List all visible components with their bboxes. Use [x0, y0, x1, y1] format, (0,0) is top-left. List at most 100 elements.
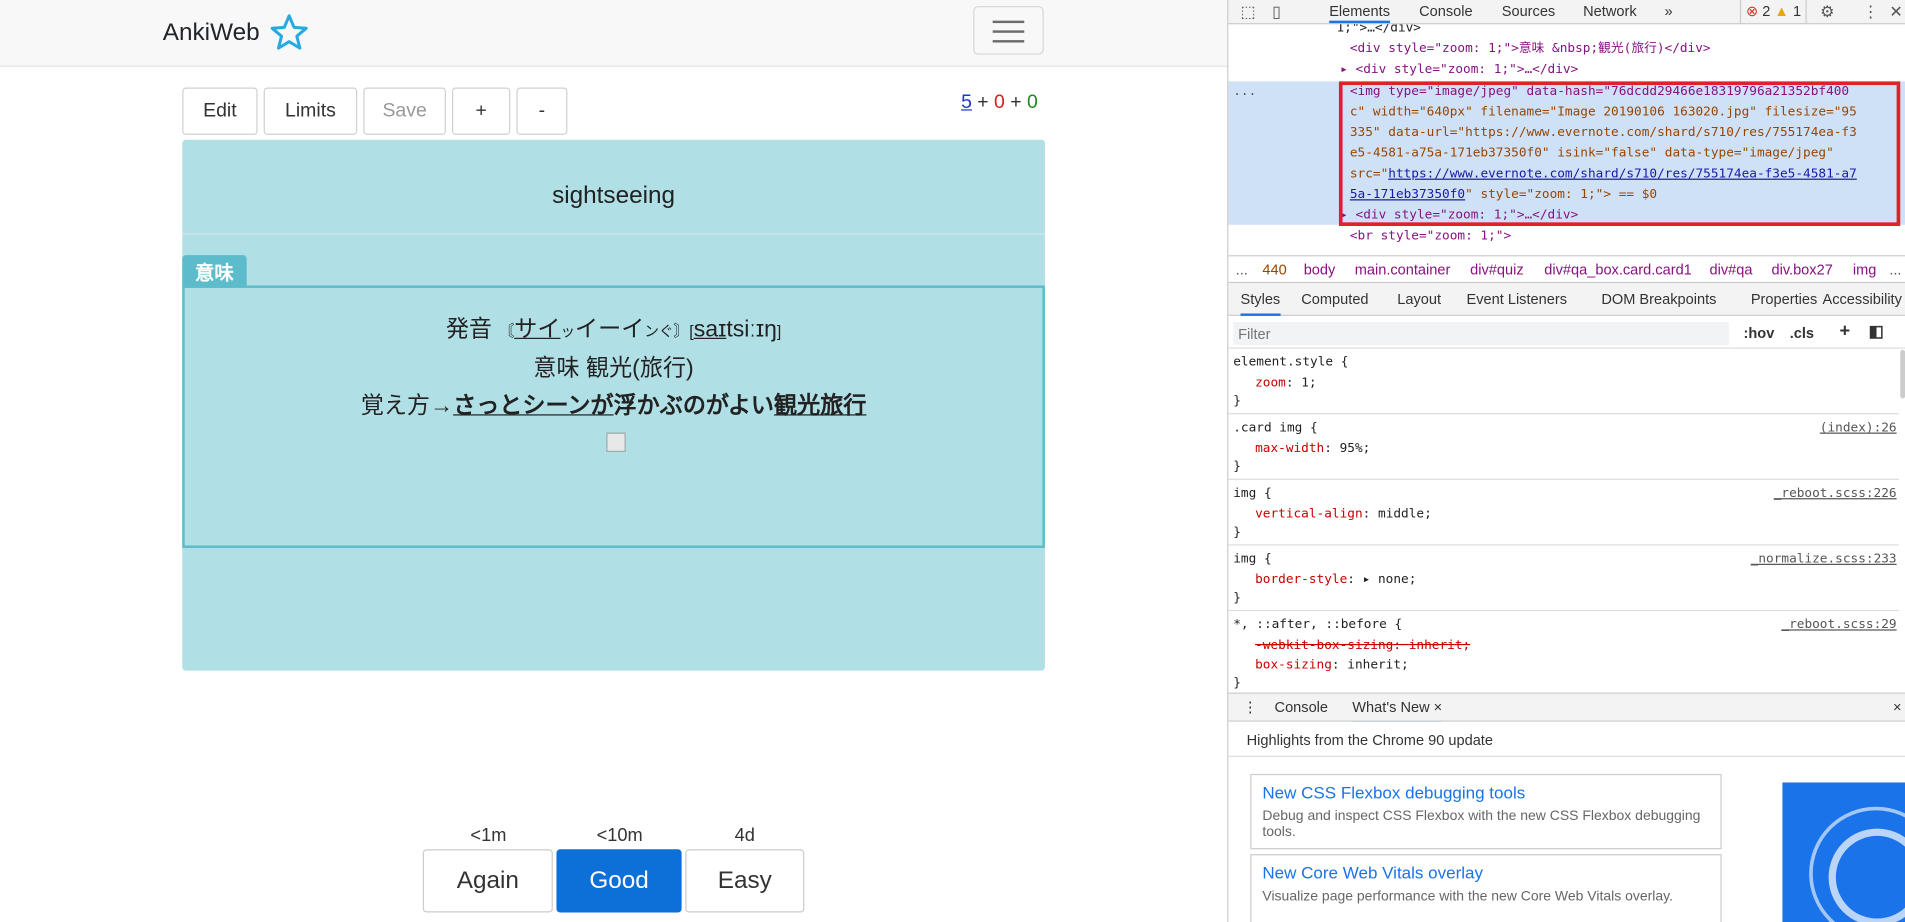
news-card[interactable]: New Core Web Vitals overlay Visualize pa…	[1250, 854, 1722, 922]
rule-declaration[interactable]: box-sizing: inherit;	[1255, 657, 1409, 672]
tab-layout[interactable]: Layout	[1397, 283, 1441, 316]
tab-properties[interactable]: Properties	[1751, 283, 1817, 316]
flashcard: sightseeing 意味 発音 〘サイッイーインぐ〙[saɪtsiːɪŋ] …	[182, 139, 1045, 671]
edit-button[interactable]: Edit	[182, 87, 258, 135]
prop-value: 1;	[1301, 375, 1317, 391]
brand-name[interactable]: AnkiWeb	[163, 19, 260, 47]
devtools-panel: ⬚ ▯ Elements Console Sources Network » ⊗…	[1227, 0, 1905, 922]
tab-sources[interactable]: Sources	[1502, 2, 1555, 19]
more-tabs-icon[interactable]: »	[1665, 2, 1673, 19]
prop-value: ▸ none;	[1362, 572, 1417, 587]
save-button[interactable]: Save	[363, 87, 446, 135]
remove-button[interactable]: -	[516, 87, 568, 135]
news-title[interactable]: New CSS Flexbox debugging tools	[1262, 782, 1525, 801]
tab-computed[interactable]: Computed	[1301, 283, 1368, 316]
styles-scrollbar[interactable]	[1900, 349, 1905, 399]
device-toolbar-icon[interactable]: ▯	[1272, 2, 1281, 21]
breadcrumb-item[interactable]: body	[1304, 256, 1336, 282]
new-count[interactable]: 5	[961, 92, 972, 113]
rule-selector[interactable]: element.style {	[1233, 355, 1348, 370]
prop-name: -webkit-box-sizing	[1255, 637, 1394, 653]
rule-declaration[interactable]: zoom: 1;	[1255, 375, 1316, 390]
drawer-tab-label: What's New	[1352, 698, 1430, 716]
tab-styles[interactable]: Styles	[1240, 283, 1281, 316]
toggle-sidebar-icon[interactable]: ◧	[1869, 322, 1884, 341]
drawer-tab-console[interactable]: Console	[1275, 694, 1328, 722]
css-rules: element.style { zoom: 1; } .card img { (…	[1228, 350, 1900, 693]
rule-selector[interactable]: img {	[1233, 486, 1271, 501]
star-logo-icon	[270, 14, 308, 50]
class-toggle-button[interactable]: .cls	[1790, 324, 1814, 341]
new-rule-button[interactable]: +	[1840, 321, 1851, 342]
inspect-element-icon[interactable]: ⬚	[1241, 2, 1256, 21]
hover-state-button[interactable]: :hov	[1744, 324, 1775, 341]
tab-network[interactable]: Network	[1583, 2, 1636, 19]
rule-selector[interactable]: *, ::after, ::before {	[1233, 617, 1402, 632]
rule-declaration[interactable]: border-style: ▸ none;	[1255, 572, 1416, 587]
pronunciation-line: 発音 〘サイッイーインぐ〙[saɪtsiːɪŋ]	[185, 311, 1043, 344]
prop-value: inherit;	[1408, 637, 1471, 653]
tab-console[interactable]: Console	[1419, 2, 1472, 19]
tab-accessibility[interactable]: Accessibility	[1823, 283, 1902, 316]
filter-row: :hov .cls + ◧	[1228, 318, 1905, 349]
again-interval: <1m	[470, 824, 507, 846]
tab-event-listeners[interactable]: Event Listeners	[1467, 283, 1568, 316]
menu-toggle-button[interactable]	[973, 6, 1044, 55]
limits-button[interactable]: Limits	[263, 87, 358, 135]
rule-declaration[interactable]: max-width: 95%;	[1255, 441, 1370, 456]
prop-name: max-width	[1255, 441, 1325, 456]
easy-button[interactable]: Easy	[685, 849, 805, 913]
close-icon[interactable]: ✕	[1889, 2, 1902, 21]
breadcrumb-item[interactable]: div#quiz	[1470, 256, 1523, 282]
settings-gear-icon[interactable]: ⚙	[1820, 2, 1834, 21]
rule-close: }	[1233, 590, 1241, 606]
breadcrumb-item[interactable]: main.container	[1355, 256, 1451, 282]
close-drawer-icon[interactable]: ×	[1893, 694, 1902, 722]
tab-dom-breakpoints[interactable]: DOM Breakpoints	[1601, 283, 1716, 316]
close-icon[interactable]: ×	[1434, 699, 1443, 716]
rule-source-link[interactable]: (index):26	[1820, 420, 1897, 435]
mnemonic-prefix: 覚え方→	[360, 393, 454, 420]
rule-selector[interactable]: img {	[1233, 552, 1271, 567]
breadcrumb-item[interactable]: div.box27	[1771, 256, 1832, 282]
issue-counter[interactable]: ⊗ 2 ▲ 1	[1739, 0, 1808, 24]
bracket: 〙[	[673, 321, 694, 341]
breadcrumb-item[interactable]: img	[1853, 256, 1877, 282]
rule-source-link[interactable]: _normalize.scss:233	[1751, 552, 1897, 567]
add-button[interactable]: +	[451, 87, 511, 135]
tab-elements[interactable]: Elements	[1329, 2, 1390, 24]
pron-kana: サイ	[514, 317, 561, 343]
prop-name: zoom	[1255, 375, 1286, 391]
breadcrumb-item[interactable]: div#qa_box.card.card1	[1544, 256, 1692, 282]
drawer-tab-whats-new[interactable]: What's New ×	[1352, 694, 1443, 725]
dom-line[interactable]: <br style="zoom: 1;">	[1350, 226, 1511, 246]
breadcrumb: ... 440 body main.container div#quiz div…	[1228, 255, 1905, 282]
warning-count: 1	[1792, 2, 1802, 20]
again-button[interactable]: Again	[422, 849, 553, 913]
rule-declaration[interactable]: vertical-align: middle;	[1255, 507, 1432, 522]
breadcrumb-item[interactable]: div#qa	[1710, 256, 1753, 282]
rule-selector[interactable]: .card img {	[1233, 420, 1317, 435]
drawer-menu-icon[interactable]: ⋮	[1243, 694, 1258, 722]
pron-ipa2: tsiːɪŋ	[726, 317, 777, 343]
node-menu-icon[interactable]: ...	[1233, 81, 1256, 101]
rule-declaration-overridden[interactable]: -webkit-box-sizing: inherit;	[1255, 638, 1470, 653]
news-title[interactable]: New Core Web Vitals overlay	[1262, 863, 1483, 882]
breadcrumb-item[interactable]: ...	[1236, 256, 1248, 282]
dom-line[interactable]: ▸ <div style="zoom: 1;">…</div>	[1340, 60, 1578, 80]
answer-box: 発音 〘サイッイーインぐ〙[saɪtsiːɪŋ] 意味 観光(旅行) 覚え方→さ…	[182, 285, 1045, 548]
good-button[interactable]: Good	[556, 849, 682, 913]
dom-line[interactable]: <div style="zoom: 1;">意味 &nbsp;観光(旅行)</d…	[1350, 39, 1711, 59]
more-options-icon[interactable]: ⋮	[1863, 2, 1879, 21]
styles-filter-input[interactable]	[1233, 321, 1729, 346]
news-card[interactable]: New CSS Flexbox debugging tools Debug an…	[1250, 773, 1722, 850]
breadcrumb-item[interactable]: 440	[1262, 256, 1286, 282]
count-sep: +	[977, 92, 989, 113]
meaning-line: 意味 観光(旅行)	[533, 355, 694, 382]
rule-close: }	[1233, 675, 1241, 691]
dom-line[interactable]: 1;">…</div>	[1337, 24, 1421, 38]
breadcrumb-item[interactable]: ...	[1889, 256, 1901, 282]
rule-source-link[interactable]: _reboot.scss:29	[1781, 617, 1896, 632]
rule-source-link[interactable]: _reboot.scss:226	[1774, 486, 1897, 501]
hamburger-bar-icon	[992, 40, 1025, 43]
